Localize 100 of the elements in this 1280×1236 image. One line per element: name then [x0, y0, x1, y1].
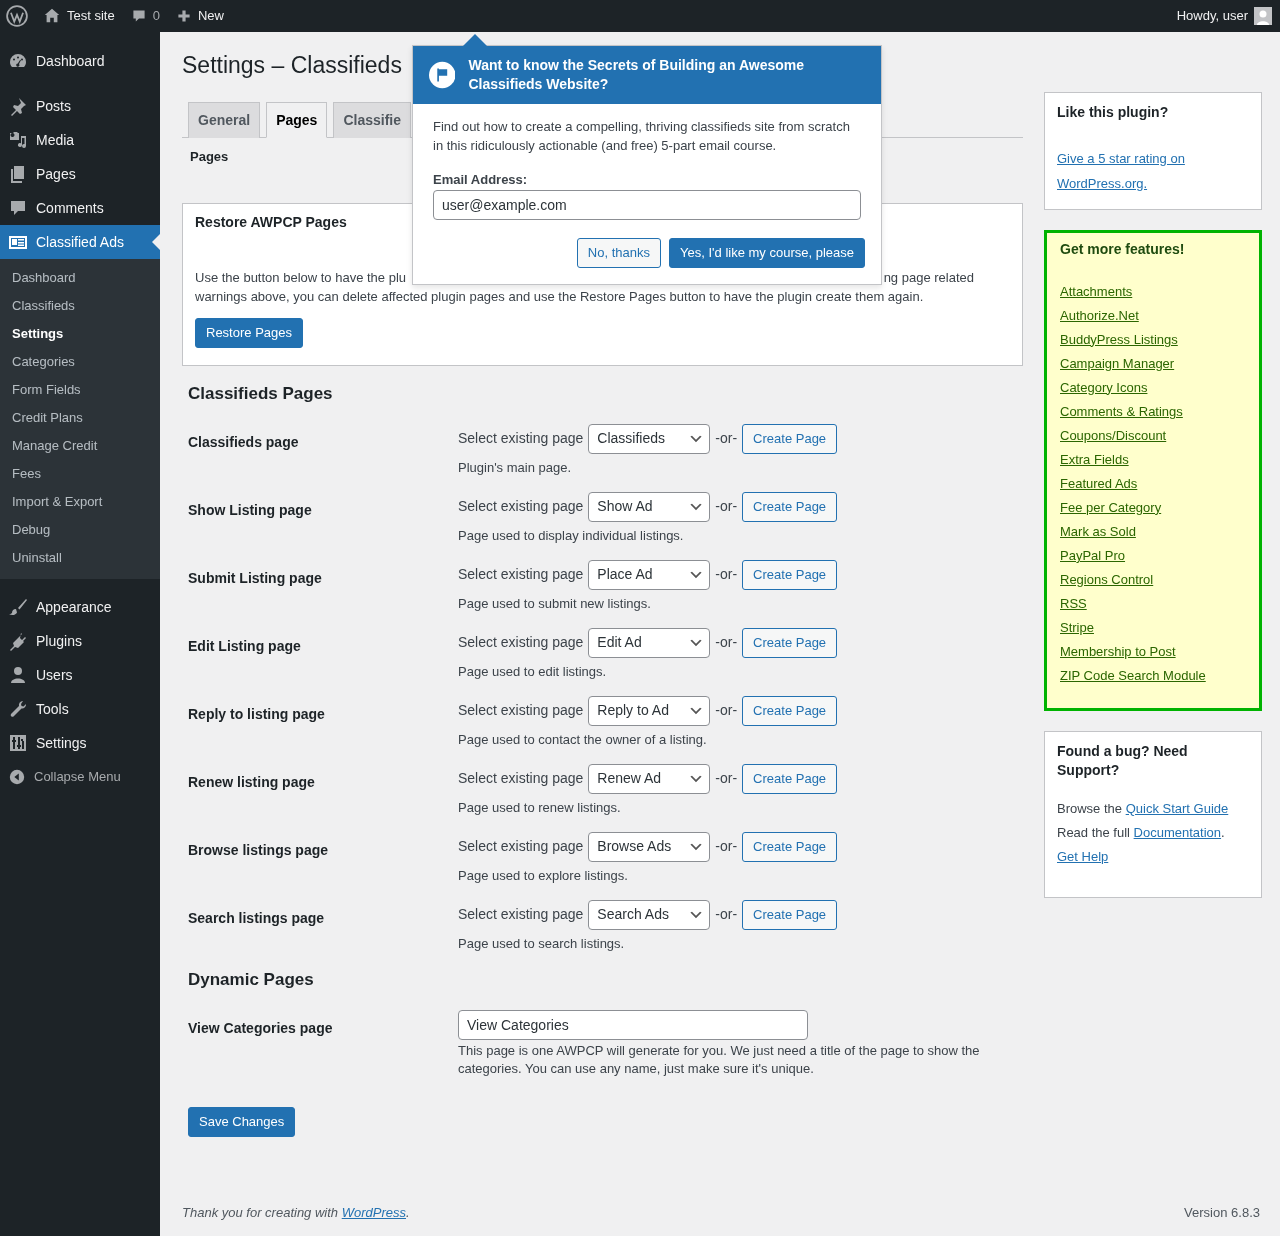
page-select[interactable]: Reply to Ad — [588, 695, 711, 726]
menu-item[interactable]: Users — [0, 658, 160, 692]
create-page-button[interactable]: Create Page — [742, 559, 838, 590]
create-page-button[interactable]: Create Page — [742, 831, 838, 862]
submenu-item[interactable]: Dashboard — [0, 264, 160, 292]
create-page-button[interactable]: Create Page — [742, 763, 838, 794]
page-select[interactable]: Renew Ad — [588, 763, 711, 794]
submenu-item[interactable]: Form Fields — [0, 376, 160, 404]
tab[interactable]: Pages — [266, 102, 328, 138]
feature-link[interactable]: Featured Ads — [1060, 471, 1138, 496]
submenu-item[interactable]: Manage Credit — [0, 432, 160, 460]
footer-text: Thank you for creating with WordPress. — [182, 1203, 410, 1222]
submenu-item[interactable]: Fees — [0, 460, 160, 488]
field-prompt: Select existing page — [458, 429, 584, 449]
menu-item[interactable]: Media — [0, 123, 160, 157]
feature-link[interactable]: Extra Fields — [1060, 447, 1129, 472]
create-page-button[interactable]: Create Page — [742, 627, 838, 658]
page-select[interactable]: Edit Ad — [588, 627, 711, 658]
help-text: Page used to edit listings. — [458, 662, 608, 681]
flag-icon — [429, 59, 456, 91]
field-label: Show Listing page — [188, 500, 313, 520]
plus-icon — [175, 8, 192, 24]
account-link[interactable]: Howdy, user — [1176, 6, 1272, 26]
logo-icon[interactable] — [6, 5, 28, 27]
feature-link[interactable]: Fee per Category — [1060, 495, 1162, 520]
menu-item[interactable]: Posts — [0, 89, 160, 123]
tab[interactable]: General — [188, 102, 261, 138]
tab[interactable]: Classifie — [333, 102, 411, 138]
help-text: Page used to display individual listings. — [458, 526, 685, 545]
submenu-item[interactable]: Credit Plans — [0, 404, 160, 432]
page-select[interactable]: Browse Ads — [588, 831, 711, 862]
feature-link[interactable]: RSS — [1060, 591, 1087, 616]
create-page-button[interactable]: Create Page — [742, 899, 838, 930]
support-link[interactable]: Get Help — [1057, 848, 1109, 864]
support-link[interactable]: Documentation — [1133, 824, 1222, 840]
feature-link[interactable]: Regions Control — [1060, 567, 1154, 592]
section-heading: Classifieds Pages — [188, 383, 334, 404]
feature-link[interactable]: Campaign Manager — [1060, 351, 1175, 376]
popup-button[interactable]: Yes, I'd like my course, please — [669, 237, 865, 268]
restore-pages-button[interactable]: Restore Pages — [195, 318, 303, 349]
feature-link[interactable]: Category Icons — [1060, 375, 1148, 400]
separator-text: -or- — [715, 633, 738, 653]
create-page-button[interactable]: Create Page — [742, 695, 838, 726]
submenu-item[interactable]: Import & Export — [0, 488, 160, 516]
feature-link[interactable]: Membership to Post — [1060, 639, 1176, 664]
submenu-item[interactable]: Classifieds — [0, 292, 160, 320]
page-title: Settings – Classifieds — [182, 51, 402, 80]
menu-item[interactable]: Appearance — [0, 590, 160, 624]
menu-item[interactable]: Pages — [0, 157, 160, 191]
site-link[interactable]: Test site — [43, 6, 115, 26]
support-link[interactable]: Quick Start Guide — [1125, 800, 1229, 816]
brush-icon — [8, 597, 28, 617]
field-prompt: Select existing page — [458, 633, 584, 653]
create-page-button[interactable]: Create Page — [742, 423, 838, 454]
email-input-field[interactable]: user@example.com — [433, 189, 861, 220]
collapse-menu-button[interactable]: Collapse Menu — [0, 760, 160, 794]
submenu-item[interactable]: Debug — [0, 516, 160, 544]
field-prompt: Select existing page — [458, 497, 584, 517]
menu-item[interactable]: Settings — [0, 726, 160, 760]
menu-item[interactable]: Tools — [0, 692, 160, 726]
page-select[interactable]: Search Ads — [588, 899, 711, 930]
menu-item[interactable]: Plugins — [0, 624, 160, 658]
page-select[interactable]: Show Ad — [588, 491, 711, 522]
box-title: Found a bug? Need Support? — [1057, 741, 1189, 780]
menu-item[interactable]: Comments — [0, 191, 160, 225]
help-text: Page used to renew listings. — [458, 798, 622, 817]
menu-item[interactable]: Dashboard — [0, 44, 160, 78]
save-changes-button[interactable]: Save Changes — [188, 1107, 296, 1138]
description-text: warnings above, you can delete affected plugin pages and use the Restore Pages button to have the plugin create them again. — [195, 288, 925, 307]
feature-link[interactable]: Comments & Ratings — [1060, 399, 1183, 424]
section-heading: Dynamic Pages — [188, 969, 315, 991]
feature-link[interactable]: ZIP Code Search Module — [1060, 663, 1206, 688]
separator-text: -or- — [715, 769, 738, 789]
feature-link[interactable]: Attachments — [1060, 279, 1133, 304]
feature-link[interactable]: BuddyPress Listings — [1060, 327, 1178, 352]
page-select[interactable]: Place Ad — [588, 559, 711, 590]
comments-link[interactable]: 0 — [130, 6, 160, 26]
title-input-field[interactable]: View Categories — [458, 1010, 808, 1041]
separator-text: -or- — [715, 837, 738, 857]
wordpress-link[interactable]: WordPress — [341, 1204, 406, 1220]
field-label: Browse listings page — [188, 840, 330, 860]
feature-link[interactable]: Authorize.Net — [1060, 303, 1139, 328]
plug-icon — [8, 631, 28, 651]
submenu-item[interactable]: Uninstall — [0, 544, 160, 572]
rating-link[interactable]: Give a 5 star rating on WordPress.org. — [1057, 146, 1197, 196]
page-select[interactable]: Classifieds — [588, 423, 711, 454]
submenu-item[interactable]: Settings — [0, 320, 160, 348]
box-title: Like this plugin? — [1057, 103, 1170, 122]
new-link[interactable]: New — [175, 6, 224, 26]
menu-item[interactable]: Classified Ads — [0, 225, 160, 259]
create-page-button[interactable]: Create Page — [742, 491, 838, 522]
submenu-item[interactable]: Categories — [0, 348, 160, 376]
popup-text: Find out how to create a compelling, thriving classifieds site from scratch in this ridiculously actionable (and free) 5-part email course. — [433, 118, 851, 155]
feature-link[interactable]: PayPal Pro — [1060, 543, 1126, 568]
help-text: Page used to explore listings. — [458, 866, 629, 885]
popup-button[interactable]: No, thanks — [576, 237, 661, 268]
feature-link[interactable]: Coupons/Discount — [1060, 423, 1167, 448]
feature-link[interactable]: Mark as Sold — [1060, 519, 1136, 544]
help-text: This page is one AWPCP will generate for you. We just need a title of the page to show the categories. You can use any name, just make sure it's unique. — [458, 1042, 981, 1079]
feature-link[interactable]: Stripe — [1060, 615, 1094, 640]
